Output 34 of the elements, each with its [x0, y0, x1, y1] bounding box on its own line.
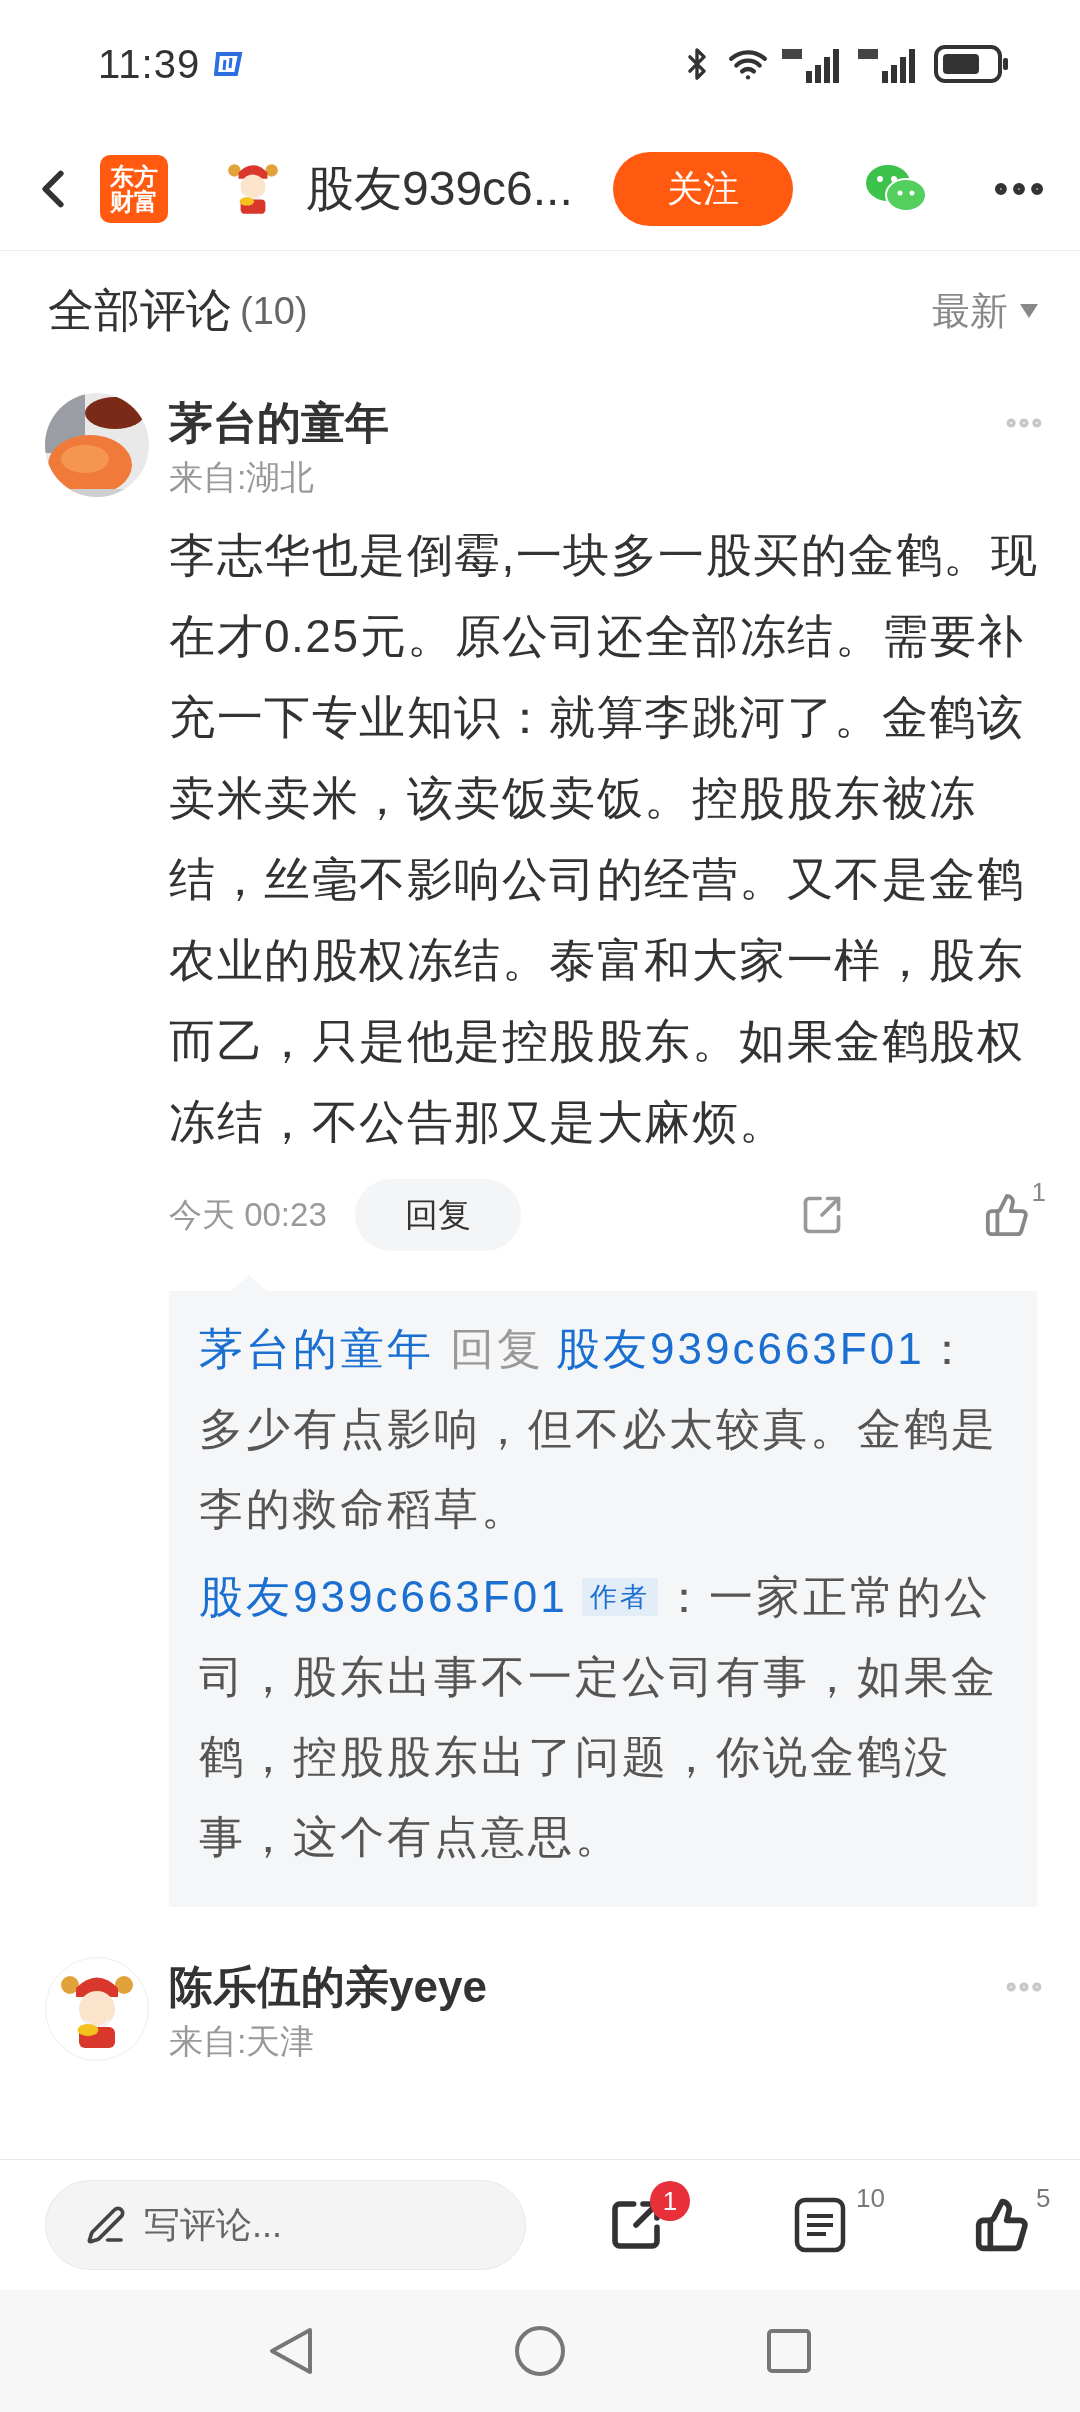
location-text: 来自:湖北: [169, 457, 316, 498]
document-icon[interactable]: [794, 2197, 846, 2253]
page-title: 股友939c6...: [306, 161, 573, 217]
author-tag: 作者: [581, 1578, 658, 1616]
reply-text: 股友939c663F01 $^{作者}$ ：一家正常的公司，股东出事不一定公司有事，如果金鹤，控股股东出了问题，你说金鹤没事，这个有点意思。: [199, 1571, 999, 1863]
comment-count: 10: [856, 2183, 885, 2214]
back-nav-icon[interactable]: [268, 2326, 314, 2376]
caret-icon: [1020, 304, 1038, 318]
like-count: 1: [1031, 1177, 1046, 1208]
user-link[interactable]: 股友939c663F01: [199, 1572, 568, 1621]
notification-badge: 1: [650, 2181, 690, 2221]
like-icon[interactable]: [974, 2197, 1030, 2253]
section-title: 全部评论: [48, 283, 232, 338]
battery-icon: [934, 45, 1010, 83]
user-link[interactable]: 股友939c663F01: [556, 1324, 925, 1373]
reply-text: 茅台的童年 回复 股友939c663F01：多少有点影响，但不必太较真。金鹤是李的救命稻草。: [199, 1323, 999, 1535]
comment-time: 今天 00:23: [169, 1194, 327, 1235]
app-logo: 东方 财富: [100, 155, 168, 223]
comment-input[interactable]: 写评论...: [45, 2180, 526, 2270]
user-name[interactable]: 茅台的童年: [169, 393, 389, 453]
pencil-icon: [86, 2205, 126, 2245]
comment-text: 李志华也是倒霉,一块多一股买的金鹤。现在才0.25元。原公司还全部冻结。需要补充一下专业知识：就算李跳河了。金鹤该卖米卖米，该卖饭卖饭。控股股东被冻结，丝毫不影响公司的经营。又不是金鹤农业的股权冻结。泰富和大家一样，股东而乙，只是他是控股股东。如果金鹤股权冻结，不公告那又是大麻烦。: [169, 528, 1040, 1150]
app-notification-icon: [214, 50, 245, 78]
comment-count: (10): [240, 289, 308, 333]
user-name[interactable]: 陈乐伍的亲yeye: [169, 1957, 487, 2017]
recents-nav-icon[interactable]: [766, 2328, 812, 2374]
sort-dropdown[interactable]: 最新: [932, 285, 1038, 337]
user-link[interactable]: 茅台的童年: [199, 1324, 434, 1373]
status-time: 11:39: [98, 41, 201, 87]
location-text: 来自:天津: [169, 2021, 316, 2062]
home-nav-icon[interactable]: [514, 2325, 566, 2377]
reply-button[interactable]: 回复: [354, 1179, 521, 1251]
like-count: 5: [1036, 2183, 1051, 2214]
follow-button[interactable]: 关注: [612, 152, 793, 226]
